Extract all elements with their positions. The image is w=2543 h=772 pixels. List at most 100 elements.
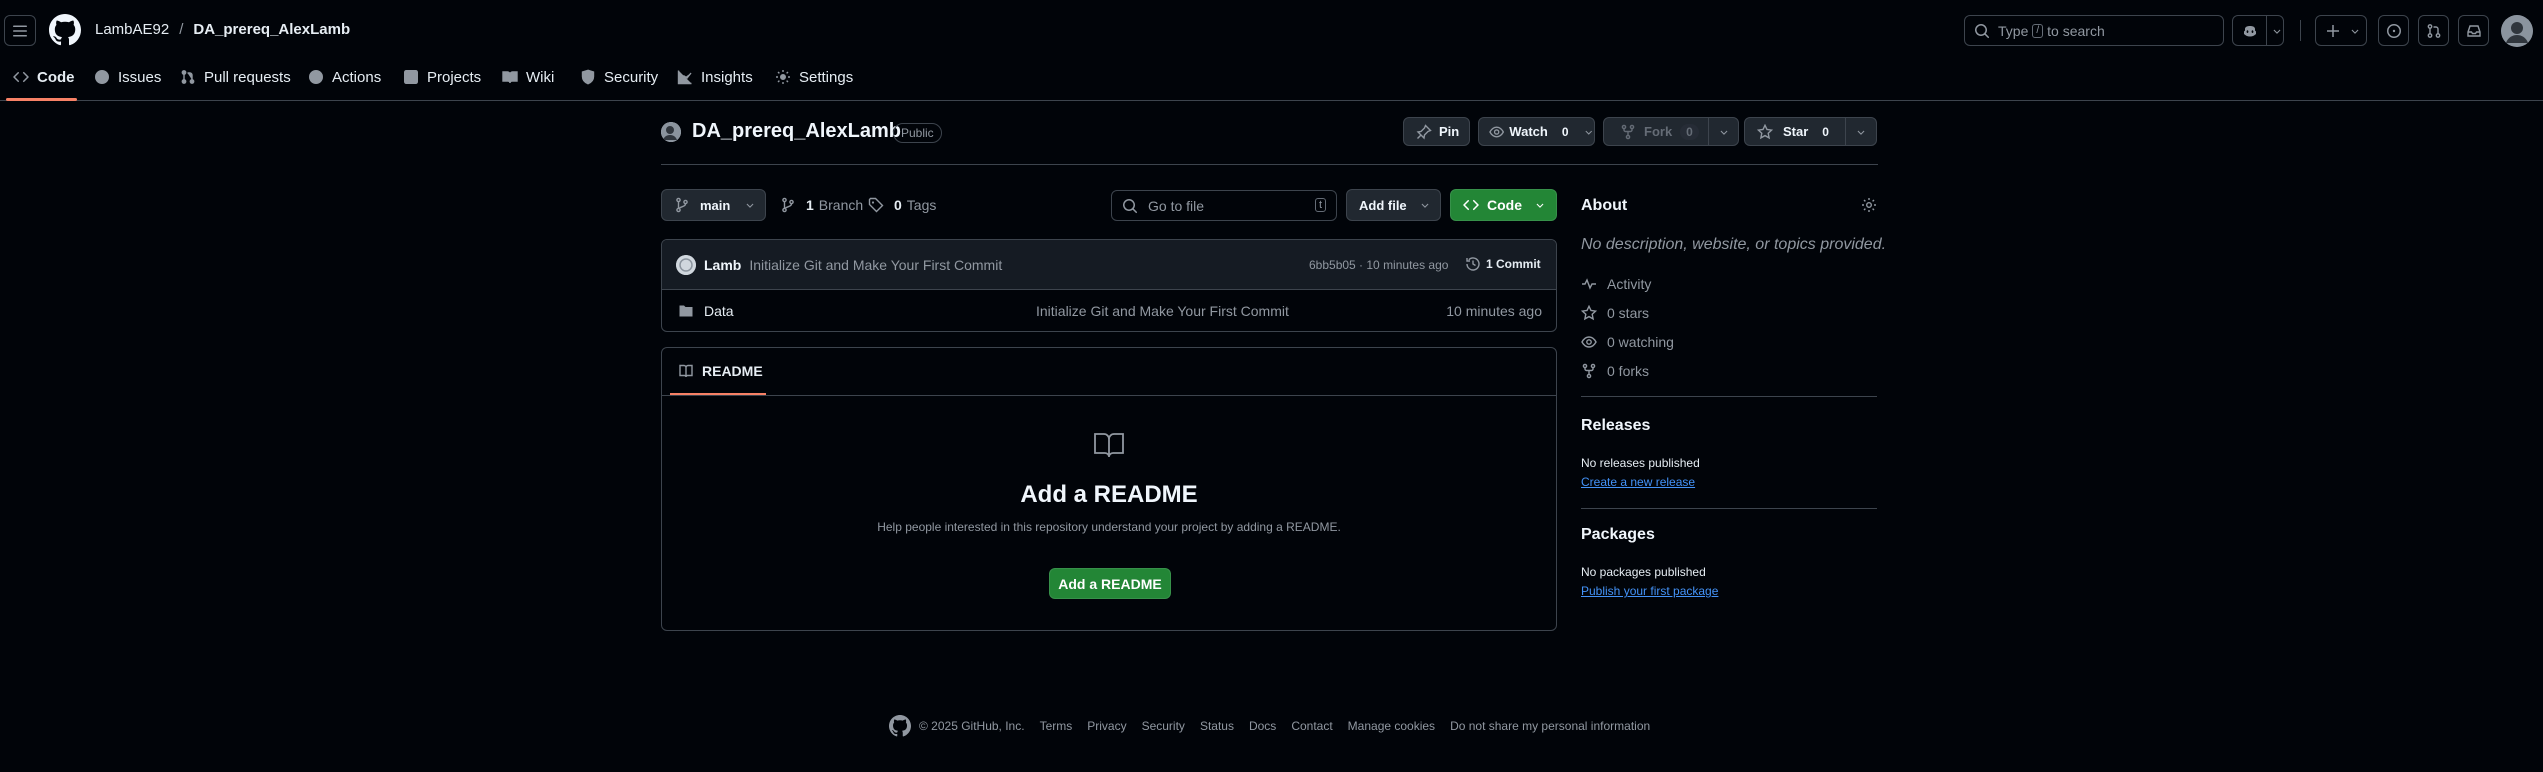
file-commit-message[interactable]: Initialize Git and Make Your First Commi… <box>1036 303 1289 319</box>
book-icon <box>679 364 693 378</box>
tab-label: Settings <box>799 68 854 86</box>
top-navigation: LambAE92 / DA_prereq_AlexLamb Type / to … <box>0 0 2543 101</box>
commit-hash-time[interactable]: 6bb5b05 · 10 minutes ago <box>1309 258 1448 272</box>
github-logo-icon[interactable] <box>49 14 81 46</box>
tab-projects[interactable]: Projects <box>403 64 481 90</box>
tab-issues[interactable]: Issues <box>94 64 161 90</box>
fork-icon <box>1621 124 1635 139</box>
tab-security[interactable]: Security <box>580 64 658 90</box>
footer-link-docs[interactable]: Docs <box>1249 719 1276 733</box>
tab-pull-requests[interactable]: Pull requests <box>180 64 291 90</box>
chevron-down-icon <box>1857 130 1865 135</box>
footer-link-do-not-share[interactable]: Do not share my personal information <box>1450 719 1650 733</box>
file-browser: Lamb Initialize Git and Make Your First … <box>661 239 1557 332</box>
create-release-link[interactable]: Create a new release <box>1581 475 1695 489</box>
create-new-button[interactable] <box>2315 15 2367 46</box>
tab-wiki[interactable]: Wiki <box>502 64 554 90</box>
forks-link[interactable]: 0 forks <box>1581 363 1649 379</box>
user-avatar[interactable] <box>2501 15 2533 47</box>
pull-requests-button[interactable] <box>2418 15 2449 46</box>
chevron-down-icon <box>1720 130 1727 135</box>
search-input[interactable]: Type / to search <box>1964 15 2224 46</box>
search-shortcut-key: / <box>2032 23 2044 38</box>
pin-label: Pin <box>1439 124 1460 139</box>
tag-word: Tags <box>906 197 937 213</box>
footer-link-terms[interactable]: Terms <box>1040 719 1073 733</box>
tag-count: 0 <box>894 197 902 213</box>
repo-title[interactable]: DA_prereq_AlexLamb <box>692 120 901 143</box>
fork-count: 0 <box>1680 123 1699 140</box>
go-to-file-placeholder: Go to file <box>1148 197 1205 214</box>
star-icon <box>1757 123 1773 139</box>
commits-link[interactable]: 1 Commit <box>1465 256 1541 272</box>
tab-insights[interactable]: Insights <box>677 64 753 90</box>
stars-label: 0 stars <box>1607 305 1650 321</box>
branch-icon <box>676 197 688 213</box>
table-icon <box>404 70 419 85</box>
forks-label: 0 forks <box>1607 363 1650 379</box>
fork-button[interactable]: Fork 0 <box>1603 117 1739 146</box>
chevron-down-icon <box>746 203 754 208</box>
fork-icon <box>1582 363 1596 379</box>
footer-link-status[interactable]: Status <box>1200 719 1234 733</box>
tab-actions[interactable]: Actions <box>308 64 381 90</box>
readme-tab[interactable]: README <box>678 363 763 379</box>
menu-button[interactable] <box>4 15 36 46</box>
tab-code[interactable]: Code <box>13 64 75 90</box>
search-icon <box>1975 23 1990 38</box>
breadcrumb-owner[interactable]: LambAE92 <box>95 21 169 38</box>
footer-link-privacy[interactable]: Privacy <box>1087 719 1126 733</box>
star-dropdown[interactable] <box>1846 126 1876 138</box>
file-name[interactable]: Data <box>704 303 734 319</box>
play-icon <box>308 69 324 85</box>
packages-title[interactable]: Packages <box>1581 526 1655 544</box>
stars-link[interactable]: 0 stars <box>1581 305 1649 321</box>
eye-icon <box>1581 336 1597 348</box>
about-description: No description, website, or topics provi… <box>1581 236 1887 253</box>
github-logo-icon[interactable] <box>889 715 911 737</box>
branch-selector[interactable]: main <box>661 189 766 221</box>
pulse-icon <box>1582 278 1596 290</box>
branches-link[interactable]: 1 Branch <box>780 197 863 213</box>
watch-button[interactable]: Watch 0 <box>1478 117 1595 146</box>
tab-label: Insights <box>701 68 753 86</box>
releases-title[interactable]: Releases <box>1581 417 1650 435</box>
add-file-button[interactable]: Add file <box>1346 189 1441 221</box>
copilot-button[interactable] <box>2232 15 2284 46</box>
footer-link-manage-cookies[interactable]: Manage cookies <box>1348 719 1435 733</box>
chevron-down-icon <box>1536 203 1544 208</box>
active-tab-indicator <box>6 98 77 101</box>
branch-word: Branch <box>818 197 864 213</box>
issues-button[interactable] <box>2378 15 2409 46</box>
watching-link[interactable]: 0 watching <box>1581 334 1674 350</box>
latest-commit: Lamb Initialize Git and Make Your First … <box>704 257 1002 273</box>
add-readme-button[interactable]: Add a README <box>1049 568 1171 599</box>
commit-message[interactable]: Initialize Git and Make Your First Commi… <box>749 257 1002 273</box>
go-to-file-input[interactable]: Go to file t <box>1111 190 1337 221</box>
star-button[interactable]: Star 0 <box>1744 117 1877 146</box>
about-settings-gear[interactable] <box>1861 197 1877 213</box>
publish-package-link[interactable]: Publish your first package <box>1581 584 1718 598</box>
pin-button[interactable]: Pin <box>1403 117 1470 146</box>
book-icon <box>502 71 518 84</box>
hamburger-icon <box>13 25 27 36</box>
tab-settings[interactable]: Settings <box>775 64 853 90</box>
activity-link[interactable]: Activity <box>1581 276 1651 292</box>
code-button[interactable]: Code <box>1450 189 1557 221</box>
readme-tab-indicator <box>670 393 766 395</box>
inbox-button[interactable] <box>2458 15 2489 46</box>
tab-label: Code <box>37 68 75 86</box>
commit-author-avatar[interactable] <box>676 255 696 275</box>
owner-avatar[interactable] <box>661 122 681 142</box>
tags-link[interactable]: 0 Tags <box>868 197 936 213</box>
footer-link-contact[interactable]: Contact <box>1291 719 1332 733</box>
fork-dropdown[interactable] <box>1709 126 1738 138</box>
breadcrumb-repo[interactable]: DA_prereq_AlexLamb <box>193 21 350 38</box>
packages-empty: No packages published <box>1581 565 1706 579</box>
tab-label: Security <box>604 68 659 86</box>
file-row[interactable]: Data Initialize Git and Make Your First … <box>662 290 1556 331</box>
footer-link-security[interactable]: Security <box>1142 719 1185 733</box>
sidebar-divider <box>1581 396 1877 397</box>
tab-label: Issues <box>118 68 162 86</box>
commit-author[interactable]: Lamb <box>704 257 741 273</box>
